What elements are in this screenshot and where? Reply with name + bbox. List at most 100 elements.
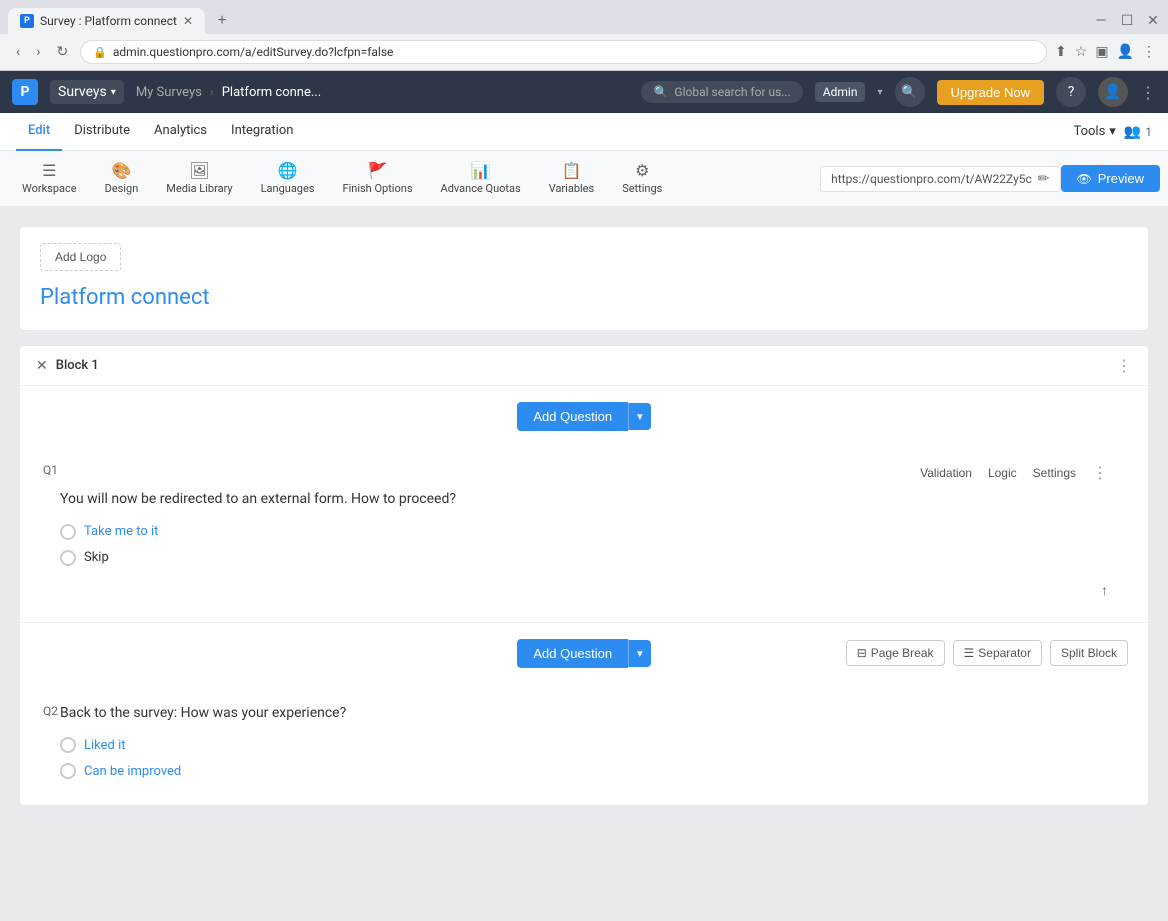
url-text: admin.questionpro.com/a/editSurvey.do?lc… [113,45,394,59]
split-block-button[interactable]: Split Block [1050,640,1128,666]
preview-label: Preview [1098,171,1144,186]
window-controls: — ☐ ✕ [1094,14,1160,28]
q1-validation-btn[interactable]: Validation [920,466,972,480]
new-tab-button[interactable]: + [209,8,235,34]
q1-option-2-text: Skip [84,550,109,565]
lock-icon: 🔒 [93,46,107,59]
separator-label: Separator [978,646,1031,660]
design-label: Design [105,182,139,195]
separator-button[interactable]: ☰ Separator [953,640,1042,666]
maximize-btn[interactable]: ☐ [1120,14,1134,28]
add-question-dropdown-bottom[interactable]: ▾ [628,640,651,667]
block-bottom: Add Question ▾ ⊟ Page Break ☰ Separator … [20,622,1148,684]
profile-icon[interactable]: 👤 [1117,44,1134,60]
q1-option-1-radio[interactable] [60,524,76,540]
q1-settings-btn[interactable]: Settings [1033,466,1076,480]
app-navbar: P Surveys ▾ My Surveys › Platform conne.… [0,71,1168,113]
add-question-button-bottom[interactable]: Add Question [517,639,628,668]
preview-url-text: https://questionpro.com/t/AW22Zy5c [831,172,1032,186]
tools-dropdown-btn[interactable]: Tools ▾ [1065,124,1123,139]
surveys-chevron-icon: ▾ [111,87,116,98]
preview-button[interactable]: 👁 Preview [1061,165,1160,192]
survey-title: Platform connect [40,285,1128,310]
add-question-group-bottom: Add Question ▾ [517,639,650,668]
toolbar-design[interactable]: 🎨 Design [91,151,153,207]
nav-analytics[interactable]: Analytics [142,113,219,151]
forward-btn[interactable]: › [32,40,44,64]
workspace-icon: ☰ [42,161,56,180]
design-icon: 🎨 [111,161,131,180]
more-options-icon[interactable]: ⋮ [1142,44,1156,60]
reload-btn[interactable]: ↻ [52,40,72,64]
search-circle-btn[interactable]: 🔍 [895,77,925,107]
toolbar-languages[interactable]: 🌐 Languages [247,151,329,207]
my-surveys-link[interactable]: My Surveys [136,85,202,100]
block-more-icon[interactable]: ⋮ [1116,356,1132,375]
q2-option-1-text: Liked it [84,738,126,753]
navbar-more-icon[interactable]: ⋮ [1140,83,1156,102]
q2-option-2-text: Can be improved [84,764,181,779]
bookmark-icon[interactable]: ☆ [1075,44,1088,60]
url-bar[interactable]: 🔒 admin.questionpro.com/a/editSurvey.do?… [80,40,1047,64]
q2-option-1-radio[interactable] [60,737,76,753]
edit-url-icon[interactable]: ✏ [1038,171,1050,187]
help-button[interactable]: ? [1056,77,1086,107]
add-question-dropdown-top[interactable]: ▾ [628,403,651,430]
global-search[interactable]: 🔍 Global search for us... [641,81,802,103]
admin-chevron-icon[interactable]: ▾ [877,87,882,98]
toolbar-variables[interactable]: 📋 Variables [535,151,609,207]
media-library-icon: 🖼 [189,161,209,180]
upgrade-now-button[interactable]: Upgrade Now [937,80,1045,105]
question-1-container: Q1 Validation Logic Settings ⋮ You will … [20,447,1148,622]
team-icon: 👥 [1124,124,1141,140]
surveys-menu-btn[interactable]: Surveys ▾ [50,80,124,104]
nav-integration[interactable]: Integration [219,113,305,151]
admin-badge[interactable]: Admin [815,82,866,102]
toolbar-workspace[interactable]: ☰ Workspace [8,151,91,207]
q2-option-2-radio[interactable] [60,763,76,779]
add-question-button-top[interactable]: Add Question [517,402,628,431]
tab-bar: P Survey : Platform connect ✕ + — ☐ ✕ [0,0,1168,34]
separator-icon: ☰ [964,646,975,660]
q1-option-2-radio[interactable] [60,550,76,566]
nav-edit[interactable]: Edit [16,113,62,151]
block-collapse-btn[interactable]: ✕ [36,358,48,374]
nav-distribute[interactable]: Distribute [62,113,142,151]
sidebar-toggle-icon[interactable]: ▣ [1095,44,1108,60]
search-icon: 🔍 [653,85,668,99]
add-logo-button[interactable]: Add Logo [40,243,121,271]
media-library-label: Media Library [166,182,232,195]
toolbar-finish-options[interactable]: 🚩 Finish Options [329,151,427,207]
active-tab[interactable]: P Survey : Platform connect ✕ [8,8,205,34]
tab-close-btn[interactable]: ✕ [183,14,193,28]
page-break-button[interactable]: ⊟ Page Break [846,640,945,666]
cursor-position-indicator: ↑ [1101,582,1108,599]
survey-header-card: Add Logo Platform connect [20,227,1148,330]
minimize-btn[interactable]: — [1094,14,1108,28]
close-btn[interactable]: ✕ [1146,14,1160,28]
q1-logic-btn[interactable]: Logic [988,466,1017,480]
edit-navbar: Edit Distribute Analytics Integration To… [0,113,1168,151]
share-icon[interactable]: ⬆ [1055,44,1067,60]
finish-options-label: Finish Options [343,182,413,195]
user-menu-button[interactable]: 👤 [1098,77,1128,107]
q1-option-1-text: Take me to it [84,524,158,539]
q1-option-1-row: Take me to it [60,524,1128,540]
advance-quotas-label: Advance Quotas [441,182,521,195]
preview-eye-icon: 👁 [1077,172,1092,186]
question-2-container: Q2 Back to the survey: How was your expe… [20,684,1148,806]
q2-text: Back to the survey: How was your experie… [60,704,1128,724]
team-indicator[interactable]: 👥 1 [1124,124,1152,140]
q1-actions: Validation Logic Settings ⋮ [60,463,1128,482]
toolbar-settings[interactable]: ⚙ Settings [608,151,676,207]
search-placeholder: Global search for us... [674,85,790,99]
back-btn[interactable]: ‹ [12,40,24,64]
toolbar-media-library[interactable]: 🖼 Media Library [152,151,246,207]
q1-more-icon[interactable]: ⋮ [1092,463,1108,482]
toolbar-advance-quotas[interactable]: 📊 Advance Quotas [427,151,535,207]
tools-label: Tools [1073,124,1105,139]
tools-chevron-icon: ▾ [1109,124,1116,139]
app-logo: P [12,79,38,105]
main-content: Add Logo Platform connect ✕ Block 1 ⋮ Ad… [0,207,1168,921]
languages-label: Languages [261,182,315,195]
